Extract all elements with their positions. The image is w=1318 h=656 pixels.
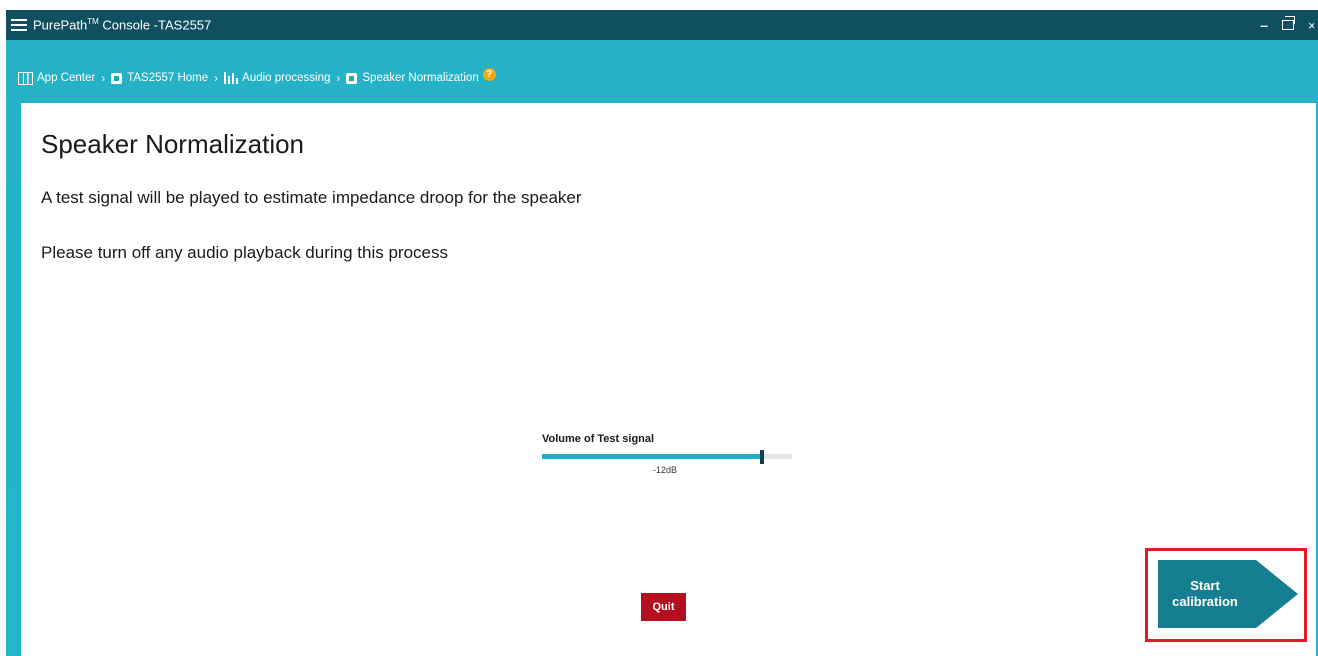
breadcrumb: App Center › TAS2557 Home › Audio proces… <box>18 67 496 88</box>
breadcrumb-label: App Center <box>37 72 96 84</box>
breadcrumb-speaker-normalization: Speaker Normalization ? <box>346 67 496 84</box>
volume-slider-group: Volume of Test signal -12dB <box>542 433 794 475</box>
restore-button[interactable] <box>1282 16 1295 30</box>
slider-value: -12dB <box>652 465 678 475</box>
trademark-mark: TM <box>87 17 99 27</box>
content-panel: Speaker Normalization A test signal will… <box>21 103 1316 656</box>
volume-slider[interactable] <box>542 450 792 464</box>
chip-icon <box>111 72 123 84</box>
instruction-text: Please turn off any audio playback durin… <box>41 243 448 262</box>
quit-button[interactable]: Quit <box>641 593 686 621</box>
breadcrumb-separator: › <box>214 71 219 85</box>
page-title: Speaker Normalization <box>41 129 305 159</box>
start-calibration-label: Start calibration <box>1172 578 1238 609</box>
breadcrumb-label: TAS2557 Home <box>127 72 209 84</box>
window-title: PurePathTM Console -TAS2557 <box>33 17 211 32</box>
window-title-suffix: Console -TAS2557 <box>98 17 212 33</box>
description-text: A test signal will be played to estimate… <box>41 188 582 207</box>
app-grid-icon <box>18 71 33 85</box>
menu-icon[interactable] <box>11 19 27 31</box>
equalizer-icon <box>224 72 239 84</box>
close-button[interactable]: × <box>1308 18 1314 33</box>
breadcrumb-separator: › <box>336 71 341 85</box>
breadcrumb-audio-processing[interactable]: Audio processing <box>224 72 330 84</box>
breadcrumb-label: Audio processing <box>242 72 331 84</box>
minimize-button[interactable]: – <box>1260 17 1268 33</box>
slider-fill <box>542 454 762 459</box>
window-title-name: PurePath <box>33 17 88 33</box>
app-frame: PurePathTM Console -TAS2557 – × App Cent… <box>6 10 1318 656</box>
window-controls: – × <box>1260 10 1318 40</box>
breadcrumb-label: Speaker Normalization <box>362 72 479 84</box>
slider-label: Volume of Test signal <box>542 433 655 445</box>
breadcrumb-tas2557-home[interactable]: TAS2557 Home <box>111 72 208 84</box>
chip-icon <box>346 72 358 84</box>
breadcrumb-separator: › <box>101 71 106 85</box>
breadcrumb-app-center[interactable]: App Center <box>18 71 96 85</box>
title-bar: PurePathTM Console -TAS2557 – × <box>6 10 1318 40</box>
help-icon[interactable]: ? <box>482 67 496 81</box>
app-window: PurePathTM Console -TAS2557 – × App Cent… <box>0 0 1318 656</box>
slider-thumb[interactable] <box>760 450 764 464</box>
